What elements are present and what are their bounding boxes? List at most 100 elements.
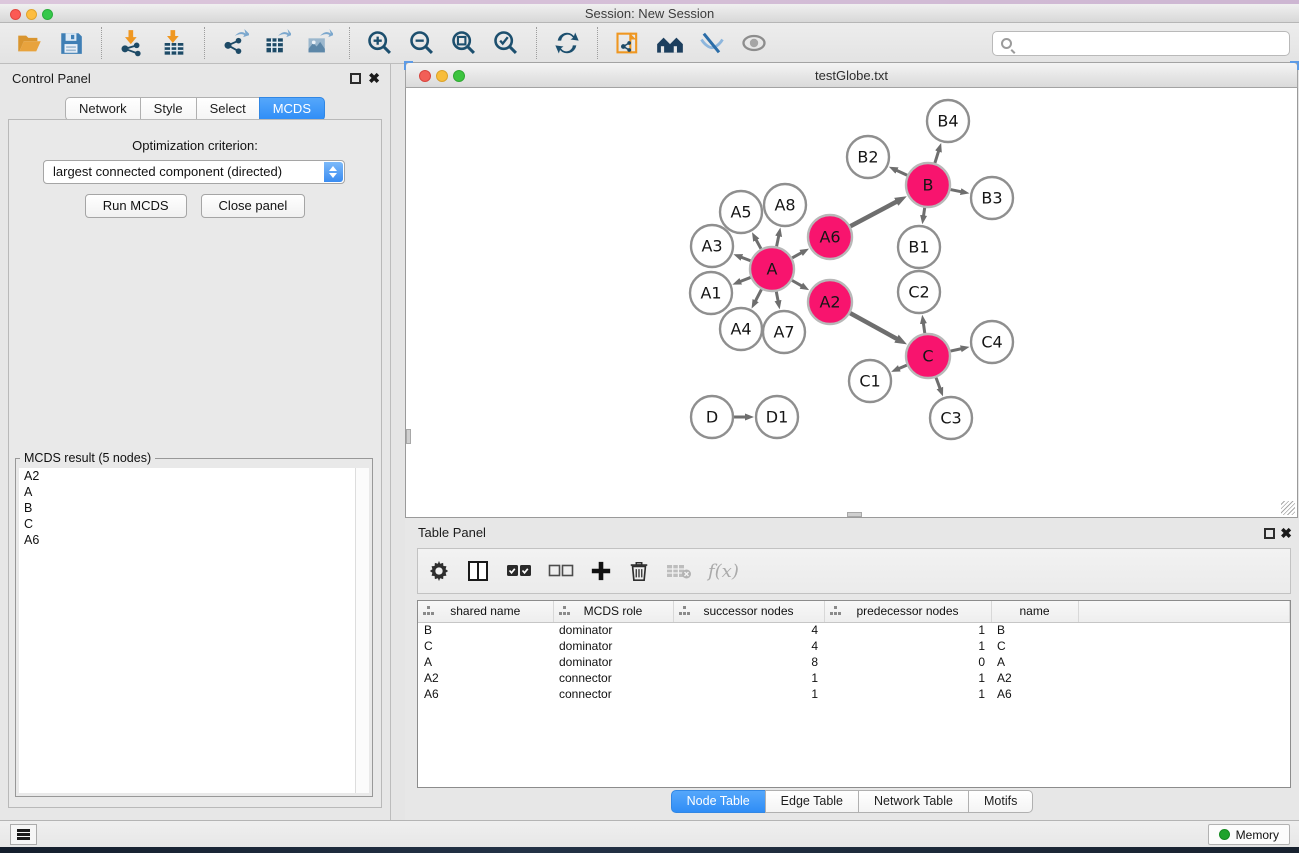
mcds-result-list[interactable]: A2ABCA6	[19, 468, 355, 793]
graph-node-A5[interactable]: A5	[720, 191, 762, 233]
edge-A-A3[interactable]	[741, 257, 751, 261]
tab-node-table[interactable]: Node Table	[671, 790, 766, 813]
cell-shared-name[interactable]: A2	[418, 670, 553, 686]
node-table[interactable]: shared nameMCDS rolesuccessor nodesprede…	[417, 600, 1291, 788]
dropdown-stepper-icon[interactable]	[324, 162, 343, 182]
graph-node-A1[interactable]: A1	[690, 272, 732, 314]
close-panel-icon[interactable]: ✖	[368, 70, 380, 86]
graph-node-C2[interactable]: C2	[898, 271, 940, 313]
tab-network-table[interactable]: Network Table	[858, 790, 969, 813]
mcds-result-item[interactable]: C	[19, 516, 355, 532]
graph-node-B[interactable]: B	[906, 163, 950, 207]
mcds-result-item[interactable]: A2	[19, 468, 355, 484]
graph-node-A3[interactable]: A3	[691, 225, 733, 267]
import-table-icon[interactable]	[157, 27, 191, 59]
cell-name[interactable]: A2	[991, 670, 1078, 686]
table-row[interactable]: Bdominator41B	[418, 622, 1290, 638]
table-row[interactable]: A6connector11A6	[418, 686, 1290, 702]
vertical-scroll-indicator[interactable]	[406, 429, 411, 444]
run-mcds-button[interactable]: Run MCDS	[85, 194, 187, 218]
export-image-icon[interactable]	[302, 27, 336, 59]
cell-predecessor-nodes[interactable]: 1	[824, 670, 991, 686]
cell-name[interactable]: C	[991, 638, 1078, 654]
graph-node-D1[interactable]: D1	[756, 396, 798, 438]
edge-A6-B[interactable]	[850, 201, 897, 226]
mcds-result-item[interactable]: A6	[19, 532, 355, 548]
first-neighbors-icon[interactable]	[653, 27, 687, 59]
tab-network[interactable]: Network	[65, 97, 141, 121]
search-field[interactable]	[992, 31, 1290, 56]
graph-node-C4[interactable]: C4	[971, 321, 1013, 363]
settings-gear-icon[interactable]	[428, 556, 450, 586]
select-all-icon[interactable]	[506, 556, 532, 586]
column-header-successor-nodes[interactable]: successor nodes	[673, 601, 824, 622]
app-titlebar[interactable]: Session: New Session	[0, 4, 1299, 23]
show-hide-columns-icon[interactable]	[466, 556, 490, 586]
graph-node-B4[interactable]: B4	[927, 100, 969, 142]
column-header-MCDS-role[interactable]: MCDS role	[553, 601, 673, 622]
edge-B-B1[interactable]	[923, 208, 924, 217]
criterion-dropdown[interactable]: largest connected component (directed)	[43, 160, 345, 184]
edge-B-B3[interactable]	[951, 190, 962, 192]
cell-predecessor-nodes[interactable]: 1	[824, 686, 991, 702]
close-panel-button[interactable]: Close panel	[201, 194, 306, 218]
cell-MCDS-role[interactable]: dominator	[553, 622, 673, 638]
edge-A-A2[interactable]	[792, 280, 802, 286]
table-row[interactable]: Adominator80A	[418, 654, 1290, 670]
graph-node-B2[interactable]: B2	[847, 136, 889, 178]
cell-shared-name[interactable]: A6	[418, 686, 553, 702]
graph-node-A7[interactable]: A7	[763, 311, 805, 353]
zoom-selected-icon[interactable]	[489, 27, 523, 59]
export-table-icon[interactable]	[260, 27, 294, 59]
graph-node-B1[interactable]: B1	[898, 226, 940, 268]
zoom-fit-icon[interactable]	[447, 27, 481, 59]
edge-A2-C[interactable]	[850, 313, 897, 339]
cell-successor-nodes[interactable]: 1	[673, 686, 824, 702]
float-panel-icon[interactable]	[350, 73, 361, 84]
network-graph[interactable]: AA1A3A5A8A6A4A7A2BB2B4B3B1CC2C4C1C3DD1	[406, 88, 1297, 516]
save-session-icon[interactable]	[54, 27, 88, 59]
mcds-result-scrollbar[interactable]	[355, 468, 369, 793]
new-network-from-selection-icon[interactable]	[611, 27, 645, 59]
graph-node-C3[interactable]: C3	[930, 397, 972, 439]
edge-B-B2[interactable]	[896, 170, 907, 175]
zoom-in-icon[interactable]	[363, 27, 397, 59]
edge-A-A5[interactable]	[756, 239, 761, 249]
deselect-all-icon[interactable]	[548, 556, 574, 586]
cell-successor-nodes[interactable]: 4	[673, 638, 824, 654]
column-header-shared-name[interactable]: shared name	[418, 601, 553, 622]
tab-style[interactable]: Style	[140, 97, 197, 121]
graph-node-A[interactable]: A	[750, 247, 794, 291]
show-all-icon[interactable]	[737, 27, 771, 59]
function-builder-icon[interactable]: f(x)	[708, 556, 739, 586]
resize-grip-icon[interactable]	[1281, 501, 1295, 515]
table-row[interactable]: Cdominator41C	[418, 638, 1290, 654]
edge-A-A1[interactable]	[740, 277, 751, 281]
graph-node-C1[interactable]: C1	[849, 360, 891, 402]
network-window-titlebar[interactable]: testGlobe.txt	[405, 62, 1298, 88]
edge-C-C3[interactable]	[936, 378, 940, 389]
cell-MCDS-role[interactable]: connector	[553, 670, 673, 686]
tab-select[interactable]: Select	[196, 97, 260, 121]
graph-node-A8[interactable]: A8	[764, 184, 806, 226]
cell-shared-name[interactable]: A	[418, 654, 553, 670]
cell-MCDS-role[interactable]: connector	[553, 686, 673, 702]
edge-A-A6[interactable]	[792, 252, 802, 257]
cell-name[interactable]: B	[991, 622, 1078, 638]
cell-MCDS-role[interactable]: dominator	[553, 638, 673, 654]
graph-node-A2[interactable]: A2	[808, 280, 852, 324]
hide-selected-icon[interactable]	[695, 27, 729, 59]
edge-C-C1[interactable]	[898, 365, 906, 369]
cell-MCDS-role[interactable]: dominator	[553, 654, 673, 670]
column-header-predecessor-nodes[interactable]: predecessor nodes	[824, 601, 991, 622]
cell-predecessor-nodes[interactable]: 1	[824, 638, 991, 654]
zoom-out-icon[interactable]	[405, 27, 439, 59]
mcds-result-item[interactable]: B	[19, 500, 355, 516]
edge-B-B4[interactable]	[935, 151, 939, 163]
delete-column-icon[interactable]	[628, 556, 650, 586]
graph-node-A4[interactable]: A4	[720, 308, 762, 350]
column-header-name[interactable]: name	[991, 601, 1078, 622]
edge-C-C4[interactable]	[950, 349, 961, 351]
cell-successor-nodes[interactable]: 1	[673, 670, 824, 686]
tab-mcds[interactable]: MCDS	[259, 97, 325, 121]
